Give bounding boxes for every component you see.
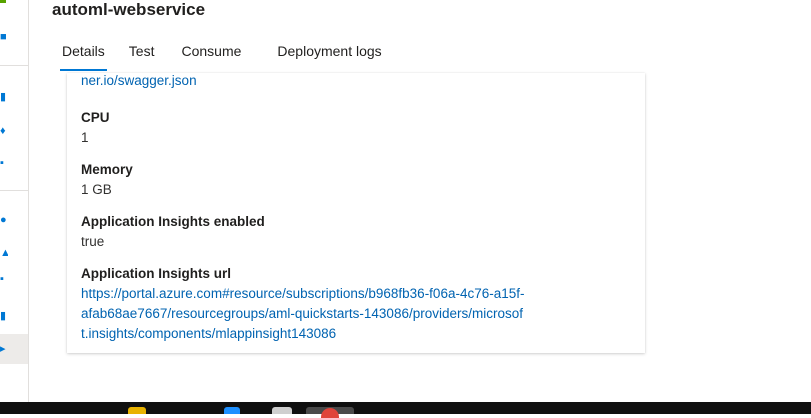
nav-icon-7[interactable]: ▪ [0,272,8,286]
insights-url-link-line2[interactable]: afab68ae7667/resourcegroups/aml-quicksta… [81,304,621,324]
tab-deployment-logs[interactable]: Deployment logs [251,40,391,74]
nav-divider [0,190,28,191]
file-explorer-icon[interactable] [128,407,146,414]
memory-value: 1 GB [81,182,112,197]
insights-enabled-value: true [81,234,105,249]
details-card: ner.io/swagger.json CPU 1 Memory 1 GB Ap… [67,73,645,353]
tab-test[interactable]: Test [115,40,165,74]
nav-icon-6[interactable]: ▲ [0,246,8,260]
page-title: automl-webservice [52,0,206,19]
insights-url-label: Application Insights url [81,266,232,281]
taskbar [0,402,811,414]
tab-consume[interactable]: Consume [164,40,251,74]
nav-icon-3[interactable]: ♦ [0,124,8,138]
edge-icon[interactable] [224,407,240,414]
insights-enabled-label: Application Insights enabled [81,214,265,229]
nav-icon-8[interactable]: ▮ [0,309,8,323]
nav-divider [0,65,28,66]
nav-item-selected[interactable]: ▸ [0,334,28,364]
left-nav: ■ ▮ ♦ ▪ ● ▲ ▪ ▮ ▸ [0,0,29,402]
nav-icon-4[interactable]: ▪ [0,156,8,170]
insights-url-link-line3[interactable]: t.insights/components/mlappinsight143086 [81,324,621,344]
swagger-url-link[interactable]: ner.io/swagger.json [81,73,621,91]
tab-bar: Details Test Consume Deployment logs [52,40,392,74]
tab-details[interactable]: Details [52,40,115,74]
chrome-icon[interactable] [306,407,354,418]
cpu-value: 1 [81,130,89,145]
nav-icon-1[interactable]: ■ [0,30,8,44]
app-icon[interactable] [272,407,292,414]
insights-url-link-line1[interactable]: https://portal.azure.com#resource/subscr… [81,284,621,304]
cpu-label: CPU [81,110,110,125]
nav-icon-2[interactable]: ▮ [0,90,8,104]
memory-label: Memory [81,162,133,177]
chrome-logo-icon [321,408,339,418]
nav-status-mark [0,0,6,3]
nav-icon-5[interactable]: ● [0,213,8,227]
nav-icon-9: ▸ [0,343,6,355]
